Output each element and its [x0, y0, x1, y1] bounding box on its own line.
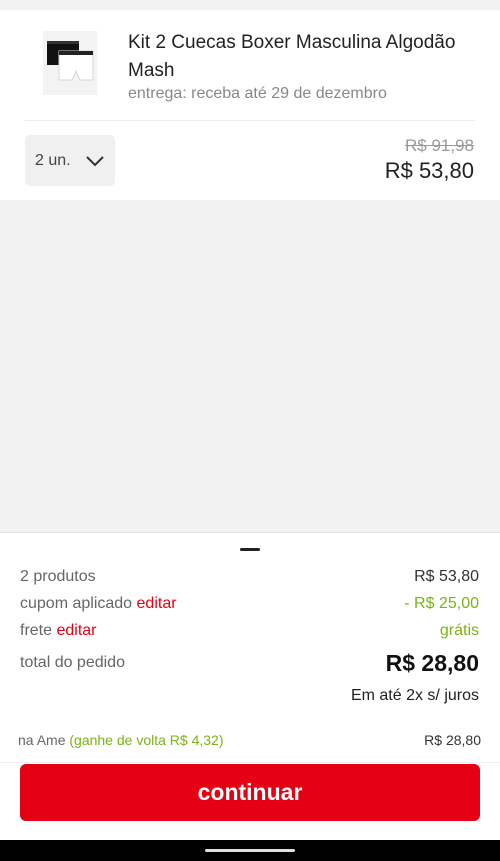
shipping-edit-link[interactable]: editar: [56, 622, 96, 639]
drag-handle[interactable]: [240, 548, 260, 551]
shipping-row: frete editar: [20, 622, 97, 640]
divider: [25, 120, 475, 121]
cart-item-card: Kit 2 Cuecas Boxer Masculina Algodão Mas…: [0, 10, 500, 200]
order-total: R$ 28,80: [385, 650, 479, 676]
system-nav-bar: [0, 840, 500, 861]
ame-price: R$ 28,80: [424, 732, 481, 748]
ame-cashback: (ganhe de volta R$ 4,32): [69, 732, 224, 748]
installments-info: Em até 2x s/ juros: [350, 687, 479, 704]
continue-button[interactable]: continuar: [20, 764, 480, 821]
products-subtotal: R$ 53,80: [414, 568, 479, 585]
chevron-down-icon: [85, 155, 104, 166]
shipping-label: frete: [20, 622, 53, 639]
coupon-edit-link[interactable]: editar: [137, 595, 177, 612]
delivery-estimate: entrega: receba até 29 de dezembro: [128, 85, 387, 102]
coupon-discount: - R$ 25,00: [404, 595, 479, 612]
current-price: R$ 53,80: [384, 158, 474, 183]
home-indicator[interactable]: [205, 849, 295, 852]
ame-payment-row: na Ame (ganhe de volta R$ 4,32): [18, 732, 223, 748]
order-summary-sheet: 2 produtos R$ 53,80 cupom aplicado edita…: [0, 532, 500, 841]
products-count-label: 2 produtos: [20, 568, 96, 585]
coupon-row: cupom aplicado editar: [20, 595, 177, 613]
quantity-select[interactable]: 2 un.: [25, 135, 115, 186]
original-price: R$ 91,98: [405, 136, 474, 155]
coupon-label: cupom aplicado: [20, 595, 133, 612]
shipping-value: grátis: [439, 622, 479, 639]
divider: [0, 762, 500, 763]
quantity-value: 2 un.: [35, 151, 71, 169]
top-strip: [0, 0, 500, 10]
product-image[interactable]: [43, 31, 97, 95]
total-label: total do pedido: [20, 654, 125, 671]
product-title[interactable]: Kit 2 Cuecas Boxer Masculina Algodão Mas…: [128, 29, 478, 85]
ame-label: na Ame: [18, 732, 66, 748]
